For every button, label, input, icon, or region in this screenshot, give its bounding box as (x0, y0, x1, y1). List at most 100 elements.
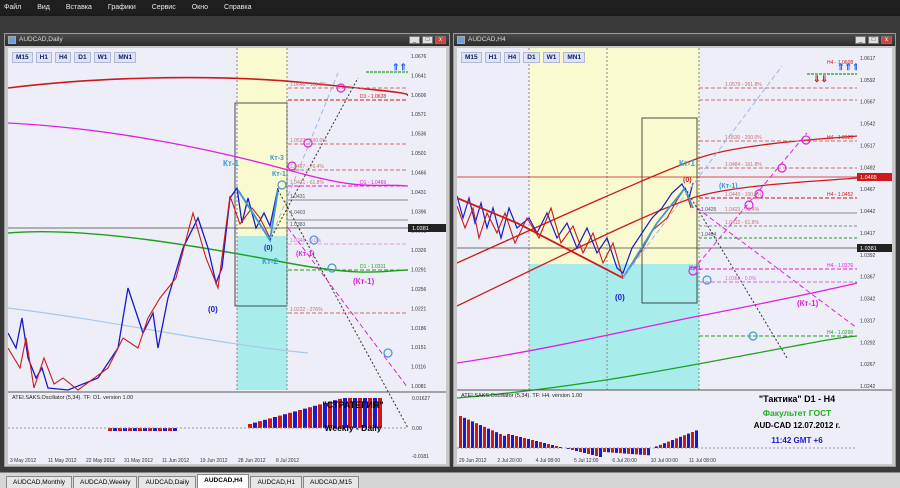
tf-h1-button[interactable]: H1 (35, 52, 52, 63)
osc-bar (283, 414, 287, 428)
osc-bar (603, 448, 606, 452)
price-tag-label: 1.0465 (860, 175, 877, 181)
osc-bar (511, 435, 514, 448)
tab-audcad-weekly[interactable]: AUDCAD,Weekly (73, 476, 138, 488)
osc-bar (667, 441, 670, 448)
level-label: 1.0423 - 76.4% (725, 207, 759, 213)
right-chart-window[interactable]: AUDCAD,H4 _ □ x M15 H1 H4 D1 W1 MN1 ⇑⇑⇑⇑… (453, 33, 896, 467)
osc-bar (587, 448, 590, 454)
chart-tabs-bar: AUDCAD,Monthly AUDCAD,Weekly AUDCAD,Dail… (0, 472, 900, 488)
osc-bar (663, 443, 666, 448)
menu-file[interactable]: Файл (2, 3, 23, 12)
target-circle (383, 348, 393, 358)
menu-tools[interactable]: Сервис (150, 3, 178, 12)
chart-window-icon (457, 36, 465, 44)
tf-mn1-button[interactable]: MN1 (563, 52, 586, 63)
arrow-down-icon: ⇓⇓ (813, 74, 828, 84)
time-label: 11:42 GMT +6 (771, 436, 823, 445)
left-chart-area[interactable]: M15 H1 H4 D1 W1 MN1 ⇑⇑⇑⇑ 1.0648 - 161.8%… (8, 48, 446, 464)
tf-mn1-button[interactable]: MN1 (114, 52, 137, 63)
time-axis-label: 11 May 2012 (48, 458, 77, 464)
osc-scale-label: -0.0181 (412, 454, 429, 460)
tf-d1-button[interactable]: D1 (523, 52, 540, 63)
osc-bar (248, 424, 252, 428)
time-axis-label: 8 Jul 2012 (276, 458, 299, 464)
tf-h4-button[interactable]: H4 (54, 52, 72, 63)
osc-bar (647, 448, 650, 456)
tab-audcad-daily[interactable]: AUDCAD,Daily (138, 476, 197, 488)
ma-red (8, 76, 409, 97)
tab-audcad-h4[interactable]: AUDCAD,H4 (197, 474, 250, 488)
osc-bar (263, 419, 267, 428)
time-axis-label: 31 May 2012 (124, 458, 153, 464)
price-scale-label: 1.0676 (411, 54, 427, 60)
wave-label: (0) (264, 245, 273, 252)
tab-audcad-m15[interactable]: AUDCAD,M15 (303, 476, 359, 488)
current-price-label: 1.0381 (860, 246, 877, 252)
osc-bar (635, 448, 638, 455)
close-button[interactable]: x (435, 36, 446, 44)
left-window-title: AUDCAD,Daily (19, 36, 63, 43)
price-scale-label: 1.0292 (860, 340, 876, 346)
osc-bar (671, 440, 674, 448)
time-axis-label: 5 Jul 12:00 (574, 458, 599, 464)
menu-window[interactable]: Окно (190, 3, 210, 12)
wave-label: (Кт-1) (719, 183, 738, 190)
osc-bar (627, 448, 630, 454)
osc-bar (288, 412, 292, 428)
price-scale-label: 1.0081 (411, 384, 427, 390)
left-window-titlebar[interactable]: AUDCAD,Daily _ □ x (5, 34, 449, 46)
time-axis-label: 10 Jul 00:00 (651, 458, 678, 464)
osc-bar (459, 416, 462, 448)
maximize-button[interactable]: □ (868, 36, 879, 44)
tf-d1-button[interactable]: D1 (74, 52, 91, 63)
price-scale-label: 1.0326 (411, 248, 427, 254)
left-chart-window[interactable]: AUDCAD,Daily _ □ x M15 H1 H4 D1 W1 MN1 ⇑… (4, 33, 450, 467)
price-scale-label: 1.0542 (860, 122, 876, 128)
tf-m15-button[interactable]: M15 (12, 52, 33, 63)
level-label: H4 - 1.0529 (827, 135, 853, 141)
level-label: 1.0425 (701, 207, 717, 213)
menu-view[interactable]: Вид (35, 3, 52, 12)
tab-audcad-h1[interactable]: AUDCAD,H1 (250, 476, 303, 488)
tactic-title: "Тактика" D1 - H4 (758, 394, 836, 404)
tf-h1-button[interactable]: H1 (484, 52, 501, 63)
price-scale-label: 1.0342 (860, 297, 876, 303)
left-timeframe-bar: M15 H1 H4 D1 W1 MN1 (12, 52, 137, 63)
price-scale-label: 1.0501 (411, 151, 427, 157)
osc-bar (531, 440, 534, 448)
tab-audcad-monthly[interactable]: AUDCAD,Monthly (6, 476, 73, 488)
right-window-titlebar[interactable]: AUDCAD,H4 _ □ x (454, 34, 895, 46)
tf-h4-button[interactable]: H4 (503, 52, 521, 63)
minimize-button[interactable]: _ (409, 36, 420, 44)
osc-bar (615, 448, 618, 453)
maximize-button[interactable]: □ (422, 36, 433, 44)
left-time-axis: 3 May 2012 11 May 2012 22 May 2012 31 May 2… (10, 458, 299, 464)
faculty-label: Факультет ГОСТ (762, 408, 832, 418)
osc-bar (467, 419, 470, 448)
menu-charts[interactable]: Графики (106, 3, 138, 12)
wave-label: Кт-1 (272, 171, 286, 178)
minimize-button[interactable]: _ (855, 36, 866, 44)
wave-label: (Кт-1) (797, 299, 819, 308)
osc-bar (515, 436, 518, 448)
tf-w1-button[interactable]: W1 (542, 52, 561, 63)
level-label: H4 - 1.0452 (827, 192, 853, 198)
osc-bar (687, 433, 690, 448)
tf-m15-button[interactable]: M15 (461, 52, 482, 63)
osc-bar (583, 448, 586, 453)
right-time-axis: 29 Jun 2012 2 Jul 20:00 4 Jul 08:00 5 Jul 1… (459, 458, 716, 464)
time-axis-label: 19 Jun 2012 (200, 458, 228, 464)
menu-help[interactable]: Справка (222, 3, 253, 12)
level-label: 1.0530 - 200.0% (725, 135, 762, 141)
close-button[interactable]: x (881, 36, 892, 44)
osc-bar (483, 426, 486, 448)
price-scale-label: 1.0396 (411, 209, 427, 215)
target-circle (327, 263, 337, 273)
tf-w1-button[interactable]: W1 (93, 52, 112, 63)
right-chart-area[interactable]: M15 H1 H4 D1 W1 MN1 ⇑⇑⇑⇑ ⇓⇓ H4 - 1.0608 … (457, 48, 892, 464)
osc-bar (639, 448, 642, 455)
menu-insert[interactable]: Вставка (64, 3, 94, 12)
osc-bar (499, 434, 502, 448)
osc-bar (579, 448, 582, 452)
